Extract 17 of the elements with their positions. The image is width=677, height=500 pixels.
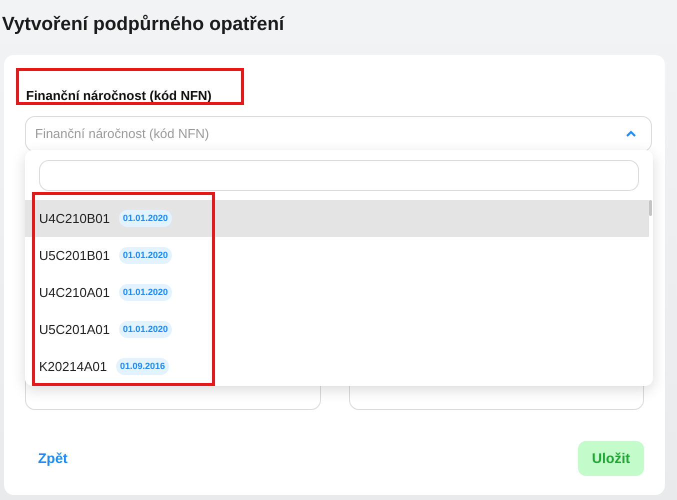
date-badge: 01.01.2020 (118, 320, 172, 338)
chevron-up-icon (626, 130, 636, 137)
option-item[interactable]: U4C210B01 01.01.2020 (25, 200, 649, 237)
field-label: Finanční náročnost (kód NFN) (25, 87, 213, 105)
option-code: U4C210B01 (39, 210, 110, 228)
search-field[interactable] (39, 160, 639, 191)
option-code: U5C201B01 (39, 246, 110, 265)
select-placeholder: Finanční náročnost (kód NFN) (35, 124, 210, 143)
date-badge: 01.01.2020 (118, 246, 172, 264)
date-badge: 01.09.2016 (116, 358, 169, 376)
option-code: K20214A01 (39, 358, 107, 376)
option-code: U4C210A01 (39, 284, 110, 302)
page-title: Vytvoření podpůrného opatření (2, 13, 284, 37)
option-code: U5C201A01 (39, 320, 110, 339)
date-badge: 01.01.2020 (118, 210, 172, 228)
scrollbar-thumb[interactable] (649, 200, 652, 216)
date-badge: 01.01.2020 (118, 284, 172, 302)
